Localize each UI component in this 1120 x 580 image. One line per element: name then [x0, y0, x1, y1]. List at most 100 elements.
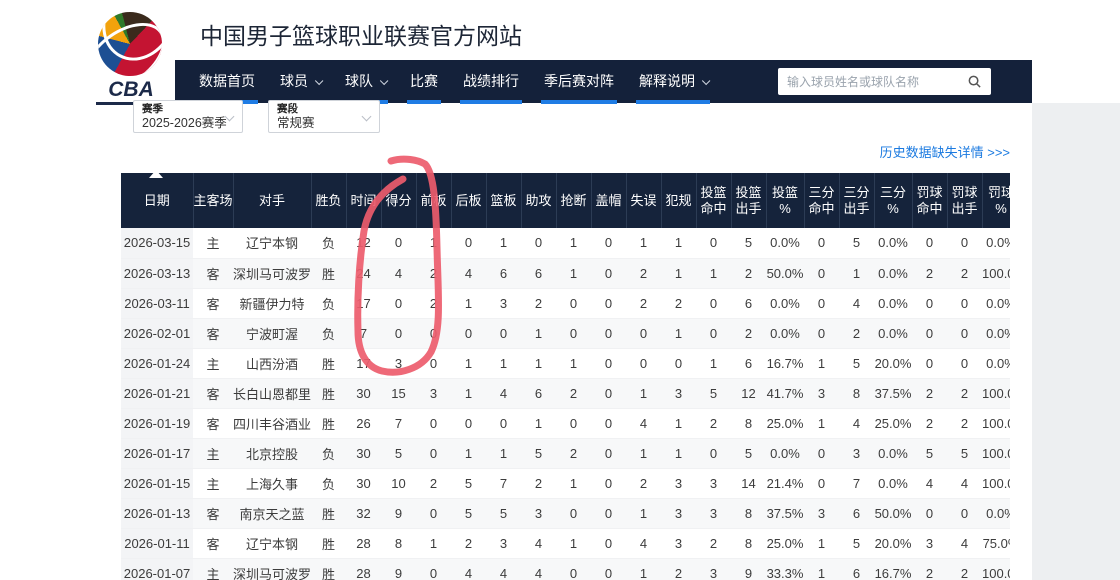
- column-header: 犯规: [661, 173, 696, 228]
- stat-cell: 负: [311, 318, 346, 348]
- nav-item-1[interactable]: 球员: [280, 60, 320, 103]
- stat-cell: 6: [839, 498, 874, 528]
- stat-cell: 4: [521, 528, 556, 558]
- stat-cell: 6: [731, 348, 766, 378]
- stat-cell: 0: [947, 348, 982, 378]
- stat-cell: 12: [346, 228, 381, 258]
- stat-cell: 5: [947, 438, 982, 468]
- stat-cell: 0: [696, 228, 731, 258]
- stat-cell: 7: [346, 318, 381, 348]
- search-input[interactable]: [787, 75, 967, 89]
- table-header-row: 日期主客场对手胜负时间得分前板后板篮板助攻抢断盖帽失误犯规投篮 命中投篮 出手投…: [121, 173, 1010, 228]
- stat-cell: 2: [912, 558, 947, 580]
- search-icon[interactable]: [967, 74, 982, 89]
- stat-cell: 2: [521, 468, 556, 498]
- stat-cell: 0: [591, 498, 626, 528]
- stat-cell: 17: [346, 288, 381, 318]
- stat-cell: 负: [311, 228, 346, 258]
- stat-cell: 0: [947, 498, 982, 528]
- date-cell: 2026-01-24: [121, 348, 193, 378]
- season-filter-label: 赛季: [142, 104, 234, 115]
- column-header: 抢断: [556, 173, 591, 228]
- stat-cell: 2: [696, 528, 731, 558]
- column-header: 三分 出手: [839, 173, 874, 228]
- stat-cell: 2: [912, 408, 947, 438]
- stat-cell: 1: [661, 438, 696, 468]
- stat-cell: 1: [626, 378, 661, 408]
- stat-cell: 3: [912, 528, 947, 558]
- stat-cell: 0.0%: [982, 288, 1010, 318]
- stat-cell: 2: [947, 408, 982, 438]
- stat-cell: 1: [661, 258, 696, 288]
- column-header: 投篮 出手: [731, 173, 766, 228]
- chevron-down-icon: [380, 77, 388, 85]
- stat-cell: 0: [591, 288, 626, 318]
- stat-cell: 1: [626, 498, 661, 528]
- season-filter-dropdown[interactable]: 赛季 2025-2026赛季: [133, 100, 243, 133]
- column-header: 篮板: [486, 173, 521, 228]
- stat-cell: 37.5%: [874, 378, 912, 408]
- stat-cell: 0: [416, 348, 451, 378]
- stat-cell: 33.3%: [766, 558, 804, 580]
- stat-cell: 100.0%: [982, 378, 1010, 408]
- table-row: 2026-01-11客辽宁本钢胜288123410432825.0%1520.0…: [121, 528, 1010, 558]
- opponent-cell: 四川丰谷酒业: [233, 408, 311, 438]
- stat-cell: 1: [486, 348, 521, 378]
- stat-cell: 28: [346, 558, 381, 580]
- date-cell: 2026-03-15: [121, 228, 193, 258]
- column-header: 助攻: [521, 173, 556, 228]
- cba-logo[interactable]: CBA: [96, 6, 166, 102]
- search-box[interactable]: [778, 68, 991, 95]
- stat-cell: 1: [521, 318, 556, 348]
- header-notch-pointer: [149, 170, 163, 178]
- stat-cell: 1: [521, 408, 556, 438]
- table-row: 2026-01-19客四川丰谷酒业胜267000100412825.0%1425…: [121, 408, 1010, 438]
- nav-item-3[interactable]: 比赛: [410, 60, 438, 103]
- stat-cell: 主: [193, 438, 233, 468]
- nav-item-2[interactable]: 球队: [345, 60, 385, 103]
- opponent-cell: 宁波町渥: [233, 318, 311, 348]
- stat-cell: 胜: [311, 498, 346, 528]
- chevron-down-icon: [315, 77, 323, 85]
- column-header: 失误: [626, 173, 661, 228]
- date-cell: 2026-02-01: [121, 318, 193, 348]
- stat-cell: 0: [912, 498, 947, 528]
- stat-cell: 2: [912, 378, 947, 408]
- stat-cell: 0: [591, 228, 626, 258]
- stat-cell: 0: [451, 318, 486, 348]
- nav-item-5[interactable]: 季后赛对阵: [544, 60, 614, 103]
- stat-cell: 胜: [311, 528, 346, 558]
- stat-cell: 0: [591, 408, 626, 438]
- stat-cell: 1: [556, 228, 591, 258]
- stat-cell: 8: [731, 498, 766, 528]
- date-cell: 2026-01-19: [121, 408, 193, 438]
- stat-cell: 28: [346, 528, 381, 558]
- stat-cell: 3: [839, 438, 874, 468]
- stat-cell: 主: [193, 348, 233, 378]
- stat-cell: 75.0%: [982, 528, 1010, 558]
- stat-cell: 5: [839, 348, 874, 378]
- stat-cell: 2: [626, 258, 661, 288]
- stat-cell: 2: [947, 558, 982, 580]
- date-cell: 2026-01-11: [121, 528, 193, 558]
- nav-item-0[interactable]: 数据首页: [199, 60, 255, 103]
- history-missing-data-link[interactable]: 历史数据缺失详情 >>>: [121, 142, 1010, 161]
- nav-item-6[interactable]: 解释说明: [639, 60, 707, 103]
- stat-cell: 主: [193, 228, 233, 258]
- stat-cell: 2: [416, 468, 451, 498]
- stat-cell: 12: [731, 378, 766, 408]
- nav-item-4[interactable]: 战绩排行: [463, 60, 519, 103]
- stat-cell: 0.0%: [874, 258, 912, 288]
- stat-cell: 1: [804, 408, 839, 438]
- stat-cell: 10: [381, 468, 416, 498]
- stat-cell: 1: [661, 318, 696, 348]
- stat-cell: 3: [661, 498, 696, 528]
- stat-cell: 1: [626, 228, 661, 258]
- main-nav: 数据首页球员球队比赛战绩排行季后赛对阵解释说明: [175, 60, 1032, 103]
- stat-cell: 1: [839, 258, 874, 288]
- stage-filter-dropdown[interactable]: 赛段 常规赛: [268, 100, 380, 133]
- season-filter-value: 2025-2026赛季: [142, 115, 234, 131]
- stat-cell: 0: [381, 288, 416, 318]
- column-header: 投篮 %: [766, 173, 804, 228]
- stat-cell: 0: [804, 438, 839, 468]
